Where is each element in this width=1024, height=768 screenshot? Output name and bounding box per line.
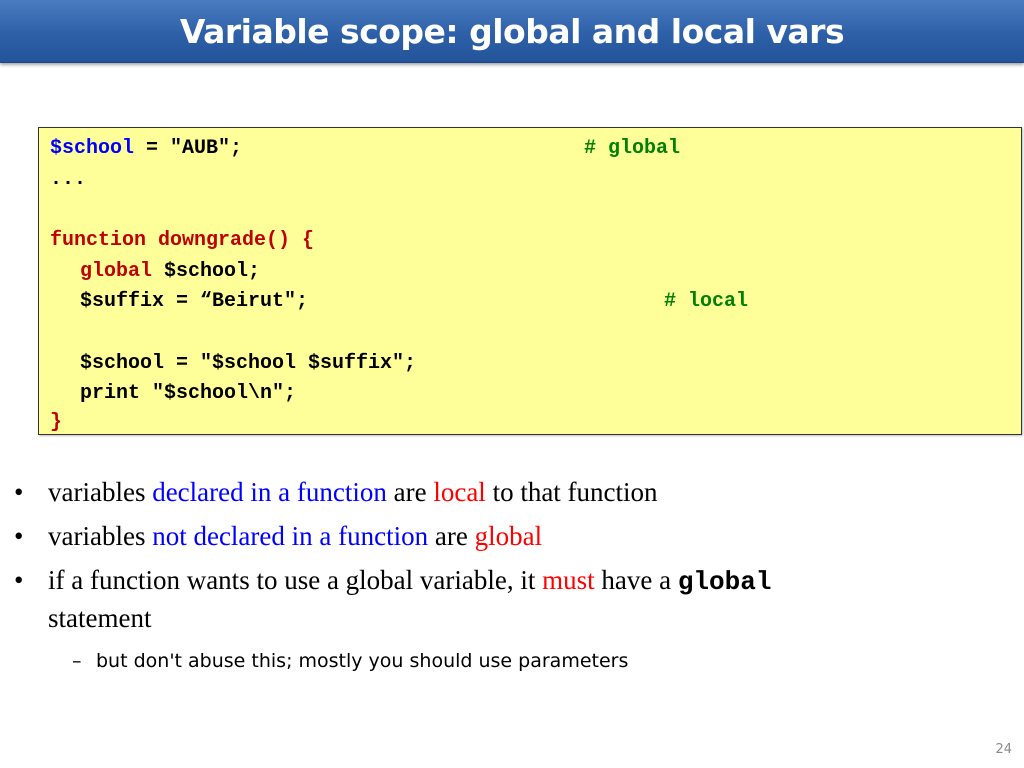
- slide-title: Variable scope: global and local vars: [179, 11, 845, 51]
- code-line-8: }: [50, 411, 63, 434]
- text-run-red: global: [474, 521, 543, 551]
- text-run-red: local: [433, 477, 486, 507]
- sub-bullet-marker: –: [72, 650, 82, 672]
- text-run: to that function: [485, 477, 658, 507]
- code-block: $school = "AUB"; # global ... function d…: [38, 127, 1022, 435]
- code-line-4: global $school;: [80, 260, 260, 284]
- text-run: have a: [594, 565, 678, 595]
- code-line-2: ...: [50, 168, 87, 191]
- code-keyword-global: global: [80, 260, 153, 283]
- title-bar: Variable scope: global and local vars: [0, 0, 1024, 63]
- bullet-text: if a function wants to use a global vari…: [48, 562, 998, 636]
- bullet-marker: •: [14, 565, 24, 595]
- code-line-6: $school = "$school $suffix";: [80, 352, 417, 375]
- text-run-blue: declared in a function: [152, 477, 387, 507]
- text-run: are: [428, 521, 475, 551]
- text-run-blue: not declared in a function: [152, 521, 429, 551]
- text-run: are: [386, 477, 434, 507]
- text-run: variables: [48, 521, 153, 551]
- code-line-7: print "$school\n";: [80, 382, 297, 405]
- sub-bullet-text: but don't abuse this; mostly you should …: [96, 650, 629, 672]
- code-line-3: function downgrade() {: [50, 229, 315, 252]
- text-run-red: must: [542, 565, 595, 595]
- bullet-marker: •: [14, 521, 24, 551]
- code-text: $school;: [152, 260, 261, 283]
- code-comment-local: # local: [664, 290, 749, 313]
- code-line-1: $school = "AUB";: [50, 137, 242, 161]
- text-run: if a function wants to use a global vari…: [48, 565, 543, 595]
- bullet-marker: •: [14, 477, 24, 507]
- text-run-code: global: [677, 567, 772, 597]
- bullet-text: variables declared in a function are loc…: [48, 474, 998, 510]
- code-comment-global: # global: [584, 137, 681, 160]
- text-run: statement: [48, 603, 152, 633]
- code-line-5: $suffix = “Beirut";: [80, 290, 309, 313]
- bullet-text: variables not declared in a function are…: [48, 518, 998, 554]
- text-run: variables: [48, 477, 153, 507]
- page-number: 24: [995, 742, 1012, 757]
- code-text: = "AUB";: [134, 137, 243, 160]
- code-variable: $school: [50, 137, 135, 160]
